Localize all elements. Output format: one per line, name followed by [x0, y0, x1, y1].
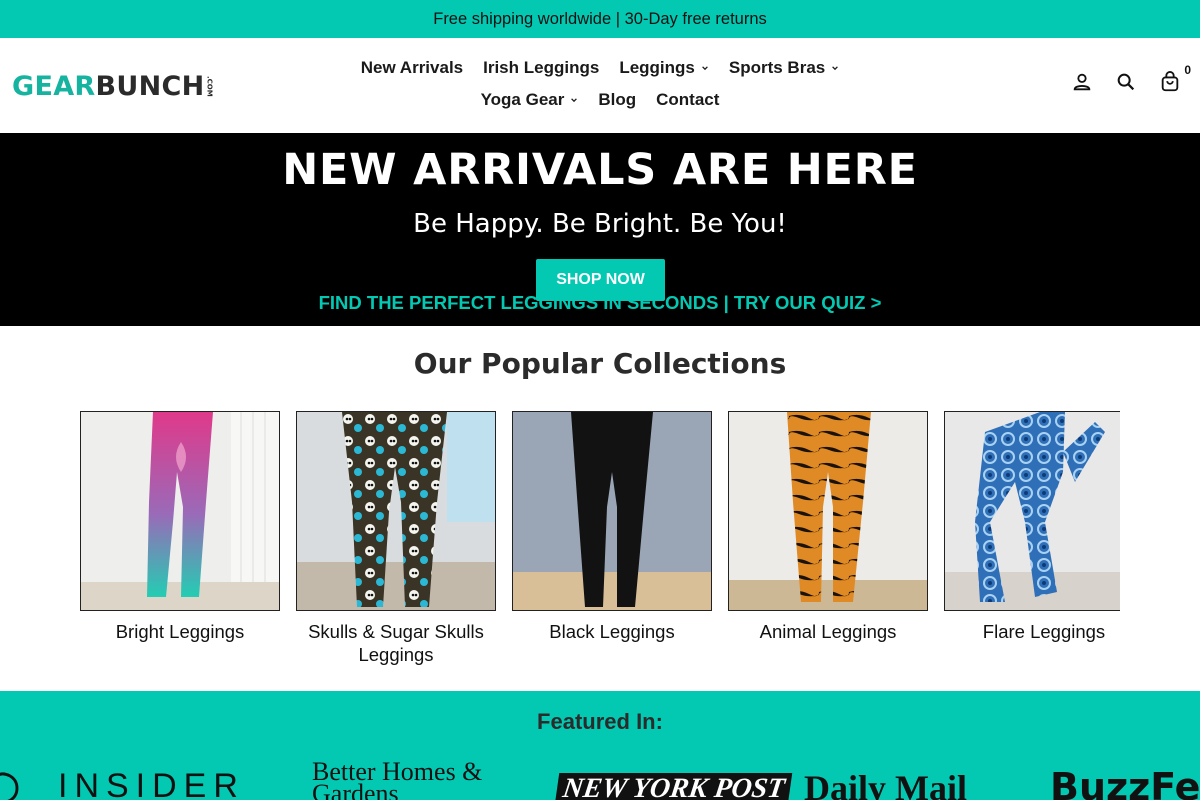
collection-item[interactable]: Skulls & Sugar Skulls Leggings [296, 411, 496, 666]
nav-irish-leggings[interactable]: Irish Leggings [473, 58, 609, 78]
nav-label: Contact [656, 90, 720, 109]
cart-icon[interactable]: 0 [1158, 63, 1191, 94]
collection-label[interactable]: Bright Leggings [80, 620, 280, 643]
nav-label: Blog [598, 90, 637, 109]
nav-label: Irish Leggings [483, 58, 600, 77]
collection-item[interactable]: Animal Leggings [728, 411, 928, 643]
chevron-down-icon [571, 98, 578, 103]
collection-label[interactable]: Skulls & Sugar Skulls Leggings [296, 620, 496, 666]
nav-label: Sports Bras [728, 58, 826, 77]
nav-new-arrivals[interactable]: New Arrivals [351, 58, 473, 78]
site-header: GEAR BUNCH .COM New Arrivals Irish Legging… [0, 38, 1200, 133]
hero-banner: NEW ARRIVALS ARE HERE Be Happy. Be Brigh… [0, 133, 1200, 326]
collections-carousel: Bright Leggings Skulls & Sugar Skulls Le… [80, 411, 1120, 676]
collection-item[interactable]: Flare Leggings [944, 411, 1120, 643]
header-icons: 0 [1070, 63, 1191, 94]
logo-gear-text: GEAR [12, 70, 96, 102]
press-logo-buzzfeed: BuzzFeed [1050, 765, 1200, 800]
hero-title: NEW ARRIVALS ARE HERE [282, 145, 918, 195]
cart-icon-svg [1161, 71, 1179, 92]
featured-in-section: Featured In: ◯ INSIDER Better Homes & Ga… [0, 691, 1200, 800]
collection-label[interactable]: Black Leggings [512, 620, 712, 643]
nav-label: Leggings [619, 58, 695, 77]
collection-item[interactable]: Black Leggings [512, 411, 712, 643]
logo-suffix: .COM [205, 75, 214, 97]
press-logo-partial: ◯ [0, 770, 20, 800]
nav-label: New Arrivals [360, 58, 464, 77]
collection-image[interactable] [728, 411, 928, 611]
search-icon[interactable] [1114, 70, 1138, 94]
account-icon-svg [1073, 73, 1091, 91]
hero-subtitle: Be Happy. Be Bright. Be You! [413, 209, 787, 239]
nav-label: Yoga Gear [480, 90, 565, 109]
press-logo-insider: INSIDER [58, 767, 245, 800]
announcement-text: Free shipping worldwide | 30-Day free re… [433, 9, 767, 28]
main-nav: New Arrivals Irish Leggings Leggings Spo… [330, 52, 870, 116]
nav-leggings[interactable]: Leggings [609, 58, 719, 78]
press-logo-bhg: Better Homes & Gardens [312, 757, 483, 800]
nav-blog[interactable]: Blog [588, 90, 646, 110]
chevron-down-icon [702, 66, 708, 71]
account-icon[interactable] [1070, 70, 1094, 94]
nav-yoga-gear[interactable]: Yoga Gear [471, 90, 589, 110]
collection-item[interactable]: Bright Leggings [80, 411, 280, 643]
logo-bunch-text: BUNCH [95, 70, 205, 102]
collection-image[interactable] [296, 411, 496, 611]
announcement-bar: Free shipping worldwide | 30-Day free re… [0, 0, 1200, 38]
collection-image[interactable] [80, 411, 280, 611]
nav-sports-bras[interactable]: Sports Bras [719, 58, 849, 78]
nav-row-1: New Arrivals Irish Leggings Leggings Spo… [330, 52, 870, 84]
press-logo-nypost: NEW YORK POST [554, 773, 793, 800]
collection-image[interactable] [944, 411, 1120, 611]
site-logo[interactable]: GEAR BUNCH .COM [12, 70, 214, 102]
chevron-down-icon [832, 66, 839, 71]
press-logo-dailymail: Daily Mail [804, 768, 967, 800]
cart-count-badge: 0 [1184, 63, 1191, 77]
nav-row-2: Yoga Gear Blog Contact [330, 84, 870, 116]
collections-title: Our Popular Collections [413, 347, 787, 380]
featured-title: Featured In: [537, 709, 663, 734]
search-icon-svg [1117, 73, 1135, 91]
quiz-link[interactable]: FIND THE PERFECT LEGGINGS IN SECONDS | T… [0, 292, 1200, 314]
collection-image[interactable] [512, 411, 712, 611]
collection-label[interactable]: Flare Leggings [944, 620, 1120, 643]
nav-contact[interactable]: Contact [646, 90, 729, 110]
collection-label[interactable]: Animal Leggings [728, 620, 928, 643]
